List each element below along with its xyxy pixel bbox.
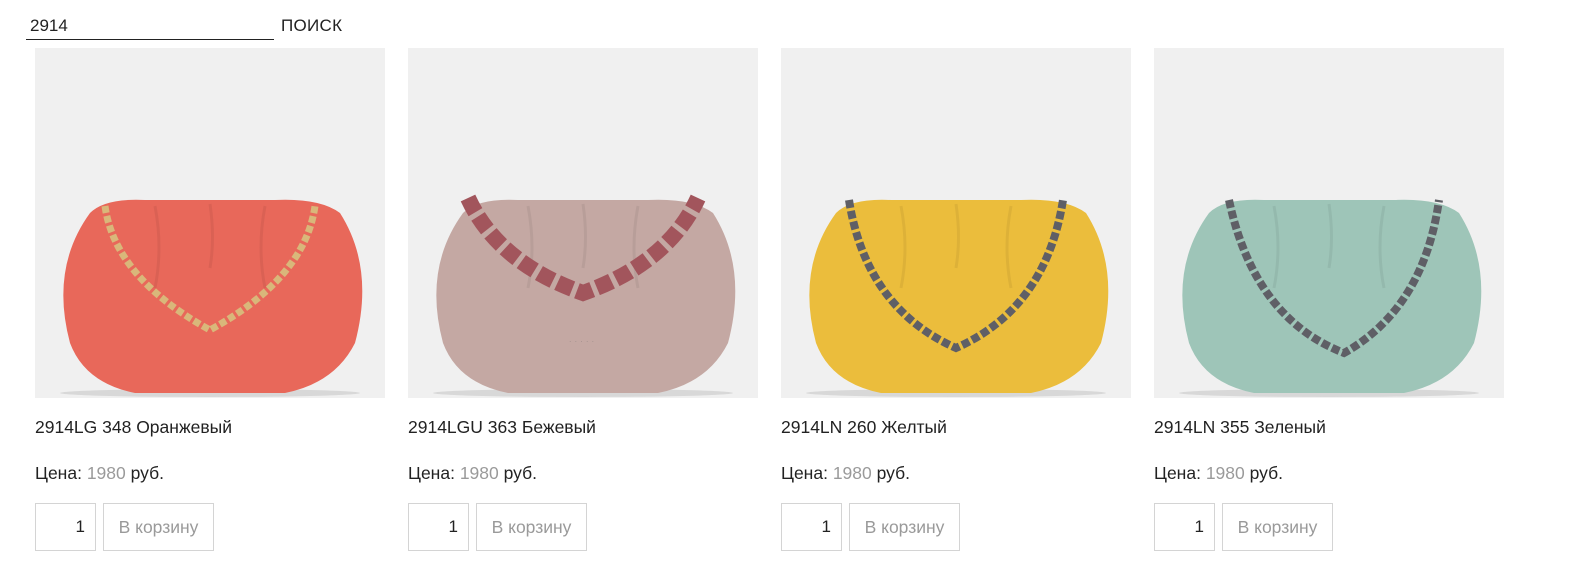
price-value: 1980 xyxy=(832,463,872,483)
price-row: Цена: 1980 руб. xyxy=(35,463,164,484)
price-currency: руб. xyxy=(503,463,537,483)
price-row: Цена: 1980 руб. xyxy=(781,463,910,484)
price-row: Цена: 1980 руб. xyxy=(408,463,537,484)
price-label: Цена: xyxy=(35,463,82,483)
add-to-cart-button[interactable]: В корзину xyxy=(1222,503,1333,551)
product-image[interactable] xyxy=(1154,48,1504,398)
add-to-cart-button[interactable]: В корзину xyxy=(476,503,587,551)
svg-text:·····: ····· xyxy=(569,337,597,346)
quantity-input[interactable] xyxy=(781,503,842,551)
price-row: Цена: 1980 руб. xyxy=(1154,463,1283,484)
product-image[interactable] xyxy=(781,48,1131,398)
price-value: 1980 xyxy=(86,463,126,483)
product-image[interactable]: ····· xyxy=(408,48,758,398)
product-title[interactable]: 2914LGU 363 Бежевый xyxy=(408,417,596,438)
product-title[interactable]: 2914LN 260 Желтый xyxy=(781,417,947,438)
price-label: Цена: xyxy=(1154,463,1201,483)
price-value: 1980 xyxy=(1205,463,1245,483)
product-grid: 2914LG 348 Оранжевый Цена: 1980 руб. В к… xyxy=(0,0,1582,583)
price-label: Цена: xyxy=(408,463,455,483)
quantity-input[interactable] xyxy=(1154,503,1215,551)
add-to-cart-button[interactable]: В корзину xyxy=(849,503,960,551)
add-to-cart-button[interactable]: В корзину xyxy=(103,503,214,551)
price-currency: руб. xyxy=(130,463,164,483)
product-card: 2914LN 260 Желтый Цена: 1980 руб. В корз… xyxy=(781,48,1131,551)
product-title[interactable]: 2914LN 355 Зеленый xyxy=(1154,417,1326,438)
product-image[interactable] xyxy=(35,48,385,398)
price-value: 1980 xyxy=(459,463,499,483)
quantity-input[interactable] xyxy=(35,503,96,551)
quantity-input[interactable] xyxy=(408,503,469,551)
price-label: Цена: xyxy=(781,463,828,483)
product-card: ····· 2914LGU 363 Бежевый Цена: 1980 руб… xyxy=(408,48,758,551)
product-card: 2914LG 348 Оранжевый Цена: 1980 руб. В к… xyxy=(35,48,385,551)
price-currency: руб. xyxy=(1249,463,1283,483)
product-card: 2914LN 355 Зеленый Цена: 1980 руб. В кор… xyxy=(1154,48,1504,551)
price-currency: руб. xyxy=(876,463,910,483)
product-title[interactable]: 2914LG 348 Оранжевый xyxy=(35,417,232,438)
